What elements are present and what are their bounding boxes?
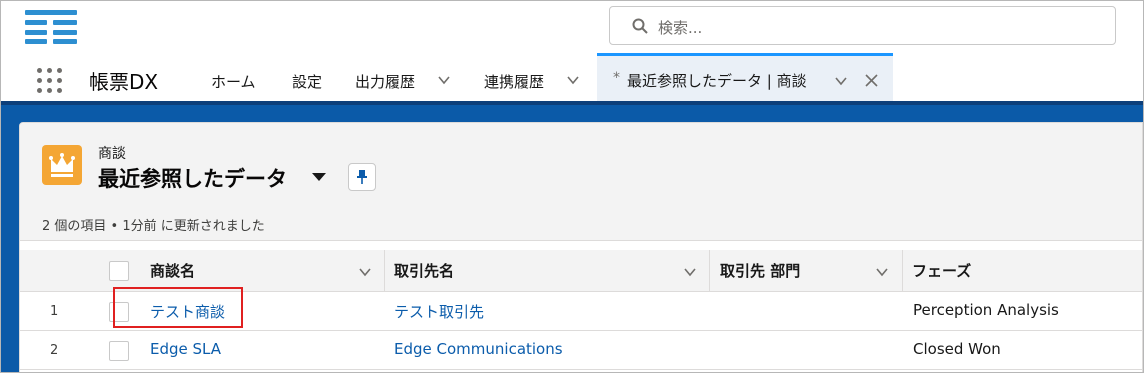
object-type-label: 商談 [98,146,126,162]
column-header-stage[interactable]: フェーズ [902,250,971,292]
global-search-input[interactable]: 検索... [609,6,1116,45]
app-logo [25,10,77,44]
select-all-checkbox[interactable] [109,261,129,281]
account-name-link[interactable]: テスト取引先 [394,301,484,322]
list-view-card: 商談 最近参照したデータ 2 個の項目 • 1分前 に更新されました 商談名 取 [19,122,1143,372]
navigation-bar: 帳票DX ホーム 設定 出力履歴 連携履歴 * 最近参照したデータ | 商談 [1,53,1143,101]
search-placeholder: 検索... [658,19,703,37]
app-launcher-icon[interactable] [37,68,63,94]
app-window: 検索... 帳票DX ホーム 設定 出力履歴 連携履歴 * 最近参照したデータ … [0,0,1144,373]
tab-unsaved-marker: * [613,70,620,86]
chevron-down-icon[interactable] [437,73,451,87]
row-checkbox[interactable] [109,341,129,361]
pin-button[interactable] [348,163,376,191]
search-icon [632,18,648,34]
opportunity-crown-icon [42,145,82,185]
column-header-account-division[interactable]: 取引先 部門 [710,250,800,292]
chevron-down-icon[interactable] [566,73,580,87]
highlight-annotation-box [113,287,243,328]
column-header-opportunity-name[interactable]: 商談名 [140,250,195,292]
nav-item-settings[interactable]: 設定 [292,71,322,92]
stage-cell: Closed Won [913,340,1001,358]
row-number: 1 [50,304,59,319]
table-row: 2 Edge SLA Edge Communications Closed Wo… [20,331,1142,370]
column-header-account-name[interactable]: 取引先名 [384,250,454,292]
global-header: 検索... [1,1,1143,53]
chevron-down-icon[interactable] [358,265,372,279]
tab-label[interactable]: 最近参照したデータ | 商談 [627,70,807,91]
nav-item-output-history[interactable]: 出力履歴 [355,71,415,92]
stage-cell: Perception Analysis [913,301,1059,319]
nav-item-home[interactable]: ホーム [211,71,256,92]
nav-item-integration-history[interactable]: 連携履歴 [484,71,544,92]
pin-icon [357,170,367,184]
row-number: 2 [50,343,59,358]
opportunity-name-link[interactable]: Edge SLA [150,340,221,358]
list-view-header: 商談 最近参照したデータ 2 個の項目 • 1分前 に更新されました [20,123,1142,241]
chevron-down-icon[interactable] [834,74,848,88]
table-header: 商談名 取引先名 取引先 部門 フェーズ [20,250,1142,292]
chevron-down-icon[interactable] [683,265,697,279]
app-name: 帳票DX [89,70,159,94]
account-name-link[interactable]: Edge Communications [394,340,563,358]
caret-down-icon[interactable] [312,172,326,182]
list-view-title[interactable]: 最近参照したデータ [98,163,287,193]
chevron-down-icon[interactable] [875,265,889,279]
close-icon[interactable] [865,74,878,87]
list-status-text: 2 個の項目 • 1分前 に更新されました [42,219,265,234]
